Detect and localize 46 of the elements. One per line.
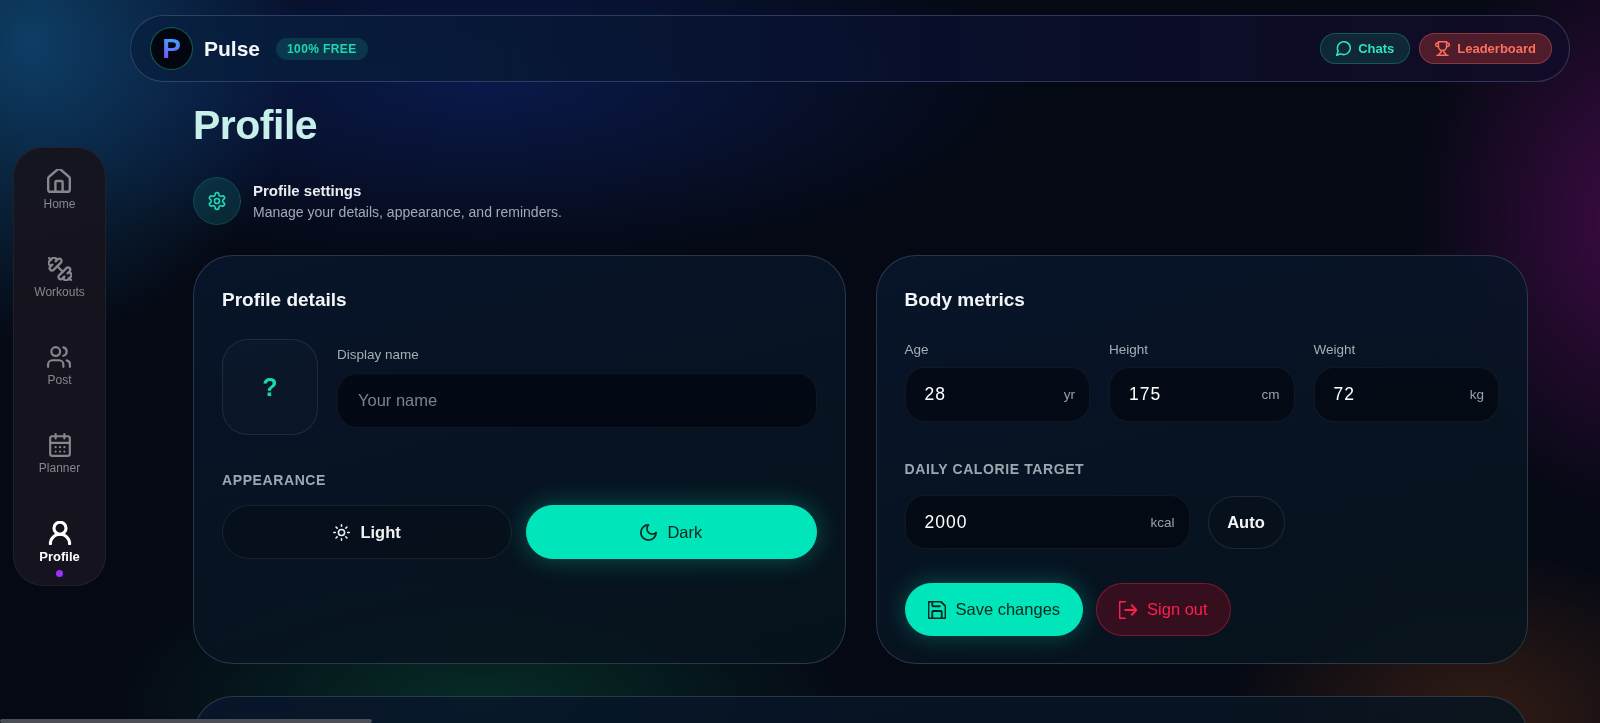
brand-logo: P [150,27,193,70]
nav-item[interactable]: Post [47,345,72,388]
avatar-placeholder[interactable]: ? [222,339,318,435]
page-title: Profile [193,101,318,149]
plan-badge: 100% FREE [276,37,368,60]
chats-button[interactable]: Chats [1320,33,1411,64]
text-field[interactable]: Your name [337,373,817,428]
section-subtitle: Manage your details, appearance, and reminders. [253,203,562,221]
field-label: Height [1109,341,1149,359]
unit-label: kcal [1150,514,1175,530]
section-label: APPEARANCE [222,471,326,489]
dot-icon [56,570,63,577]
nav-item[interactable]: Home [43,169,76,212]
leaderboard-button[interactable]: Leaderboard [1419,33,1552,64]
card-title: Profile details [222,288,347,312]
person-icon [47,521,72,545]
field-label: Display name [337,346,419,364]
section-title: Profile settings [253,181,363,200]
auto-button[interactable]: Auto [1207,495,1285,549]
gear-icon [193,177,241,225]
brand-name: Pulse [204,36,261,61]
theme-option[interactable]: Dark [526,505,817,559]
nav-item[interactable]: Workouts [34,257,85,300]
field-label: Weight [1313,341,1356,359]
moon-icon [640,523,658,541]
scrollbar-thumb[interactable] [0,719,372,723]
sun-icon [333,523,351,541]
nav-item[interactable]: Planner [38,433,81,476]
field-label: Age [904,341,929,359]
chat-bubble-icon [1336,41,1352,56]
nav-item[interactable]: Profile [39,521,80,577]
unit-label: cm [1261,387,1280,402]
theme-option[interactable]: Light [222,505,513,559]
sign-out-button[interactable]: Sign out [1096,583,1231,636]
dumbbell-icon [47,257,72,281]
unit-label: kg [1469,387,1484,402]
sign-out-icon [1119,600,1138,619]
save-icon [927,600,946,619]
save-button[interactable]: Save changes [904,583,1084,636]
house-icon [47,169,72,193]
trophy-icon [1435,41,1451,56]
section-label: DAILY CALORIE TARGET [904,460,1085,478]
card-title: Body metrics [904,288,1025,312]
calendar-icon [47,433,72,457]
people-icon [47,345,72,369]
unit-label: yr [1063,387,1075,402]
